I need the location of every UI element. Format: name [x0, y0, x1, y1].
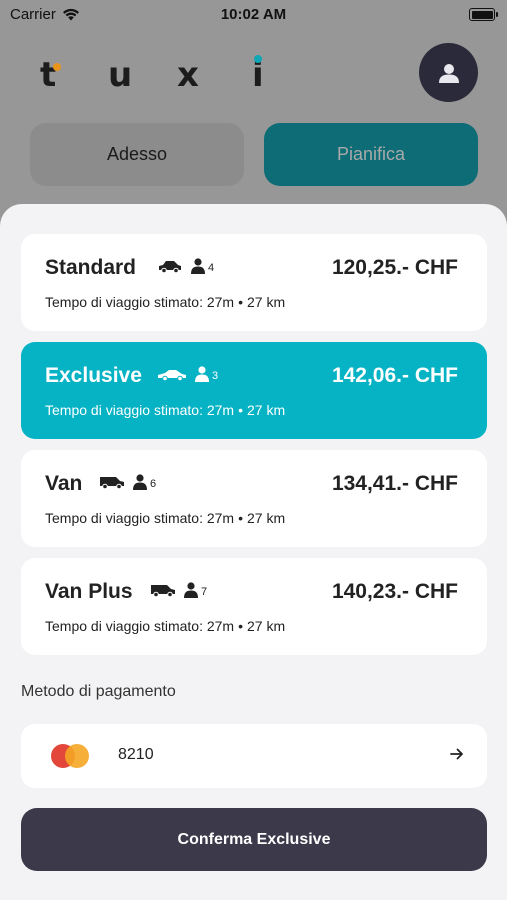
- separator: •: [238, 294, 243, 310]
- distance: 27 km: [247, 510, 286, 526]
- capacity: 3: [195, 366, 218, 382]
- ride-option-van-plus[interactable]: Van Plus 7 140,23.- CHF Tempo di viaggio…: [21, 558, 487, 655]
- car-icon: [159, 261, 181, 273]
- tab-pianifica-label: Pianifica: [336, 144, 406, 164]
- person-icon: [195, 366, 209, 382]
- ride-option-price: 120,25.- CHF: [331, 256, 458, 279]
- ride-option-icons: 4: [157, 258, 214, 274]
- travel-time: Tempo di viaggio stimato: 27m: [45, 294, 235, 310]
- separator: •: [238, 618, 243, 634]
- ride-option-name: Standard: [45, 256, 137, 279]
- payment-method-label: Metodo di pagamento: [21, 683, 176, 700]
- ride-option-icons: 6: [99, 474, 156, 490]
- ride-option-name: Exclusive: [45, 364, 142, 387]
- ride-option-name: Van Plus: [45, 580, 133, 603]
- ride-option-price: 142,06.- CHF: [331, 364, 458, 387]
- distance: 27 km: [247, 618, 286, 634]
- capacity-count: 3: [212, 370, 219, 382]
- sports-car-icon: [158, 370, 186, 381]
- ride-options-sheet: Standard 4 120,25.- CHF Tempo di viaggio…: [0, 204, 507, 900]
- logo-letter-u: u: [108, 55, 133, 95]
- ride-option-info: Tempo di viaggio stimato: 27m • 27 km: [45, 618, 285, 634]
- ride-option-van[interactable]: Van 6 134,41.- CHF Tempo di viaggio stim…: [21, 450, 487, 547]
- ride-option-name: Van: [45, 472, 83, 495]
- van-icon: [100, 477, 124, 489]
- capacity-count: 7: [201, 586, 208, 598]
- ride-option-price: 134,41.- CHF: [331, 472, 458, 495]
- card-last-digits: 8210: [118, 746, 154, 763]
- profile-avatar-button[interactable]: [419, 43, 478, 102]
- travel-time: Tempo di viaggio stimato: 27m: [45, 510, 235, 526]
- battery-icon: [469, 8, 498, 21]
- status-time: 10:02 AM: [220, 6, 287, 23]
- logo-letter-x: x: [177, 55, 199, 95]
- separator: •: [238, 402, 243, 418]
- tab-adesso[interactable]: Adesso: [30, 123, 244, 186]
- logo-dot-teal: [254, 55, 262, 63]
- tab-pianifica[interactable]: Pianifica: [264, 123, 478, 186]
- tab-adesso-label: Adesso: [106, 144, 168, 164]
- user-icon: [438, 63, 459, 83]
- person-icon: [133, 474, 147, 490]
- person-icon: [191, 258, 205, 274]
- mastercard-icon: [51, 744, 91, 768]
- arrow-right-icon: [450, 748, 463, 760]
- ride-option-icons: 7: [150, 582, 207, 598]
- ride-option-info: Tempo di viaggio stimato: 27m • 27 km: [45, 294, 285, 310]
- distance: 27 km: [247, 402, 286, 418]
- van-icon: [151, 585, 175, 597]
- capacity-count: 6: [150, 478, 157, 490]
- ride-option-info: Tempo di viaggio stimato: 27m • 27 km: [45, 402, 285, 418]
- capacity-count: 4: [208, 262, 215, 274]
- distance: 27 km: [247, 294, 286, 310]
- ride-option-standard[interactable]: Standard 4 120,25.- CHF Tempo di viaggio…: [21, 234, 487, 331]
- status-bar: Carrier 10:02 AM: [0, 0, 507, 28]
- capacity: 4: [191, 258, 214, 274]
- confirm-ride-button[interactable]: Conferma Exclusive: [21, 808, 487, 871]
- capacity: 6: [133, 474, 156, 490]
- ride-option-info: Tempo di viaggio stimato: 27m • 27 km: [45, 510, 285, 526]
- person-icon: [184, 582, 198, 598]
- travel-time: Tempo di viaggio stimato: 27m: [45, 618, 235, 634]
- payment-method-selector[interactable]: 8210: [21, 724, 487, 788]
- capacity: 7: [184, 582, 207, 598]
- logo-dot-orange: [53, 63, 61, 71]
- travel-time: Tempo di viaggio stimato: 27m: [45, 402, 235, 418]
- separator: •: [238, 510, 243, 526]
- ride-option-icons: 3: [157, 366, 218, 382]
- logo-letter-t: t: [40, 55, 57, 95]
- ride-option-price: 140,23.- CHF: [331, 580, 458, 603]
- tuxi-logo: t u x i: [40, 55, 280, 95]
- ride-option-exclusive[interactable]: Exclusive 3 142,06.- CHF Tempo di viaggi…: [21, 342, 487, 439]
